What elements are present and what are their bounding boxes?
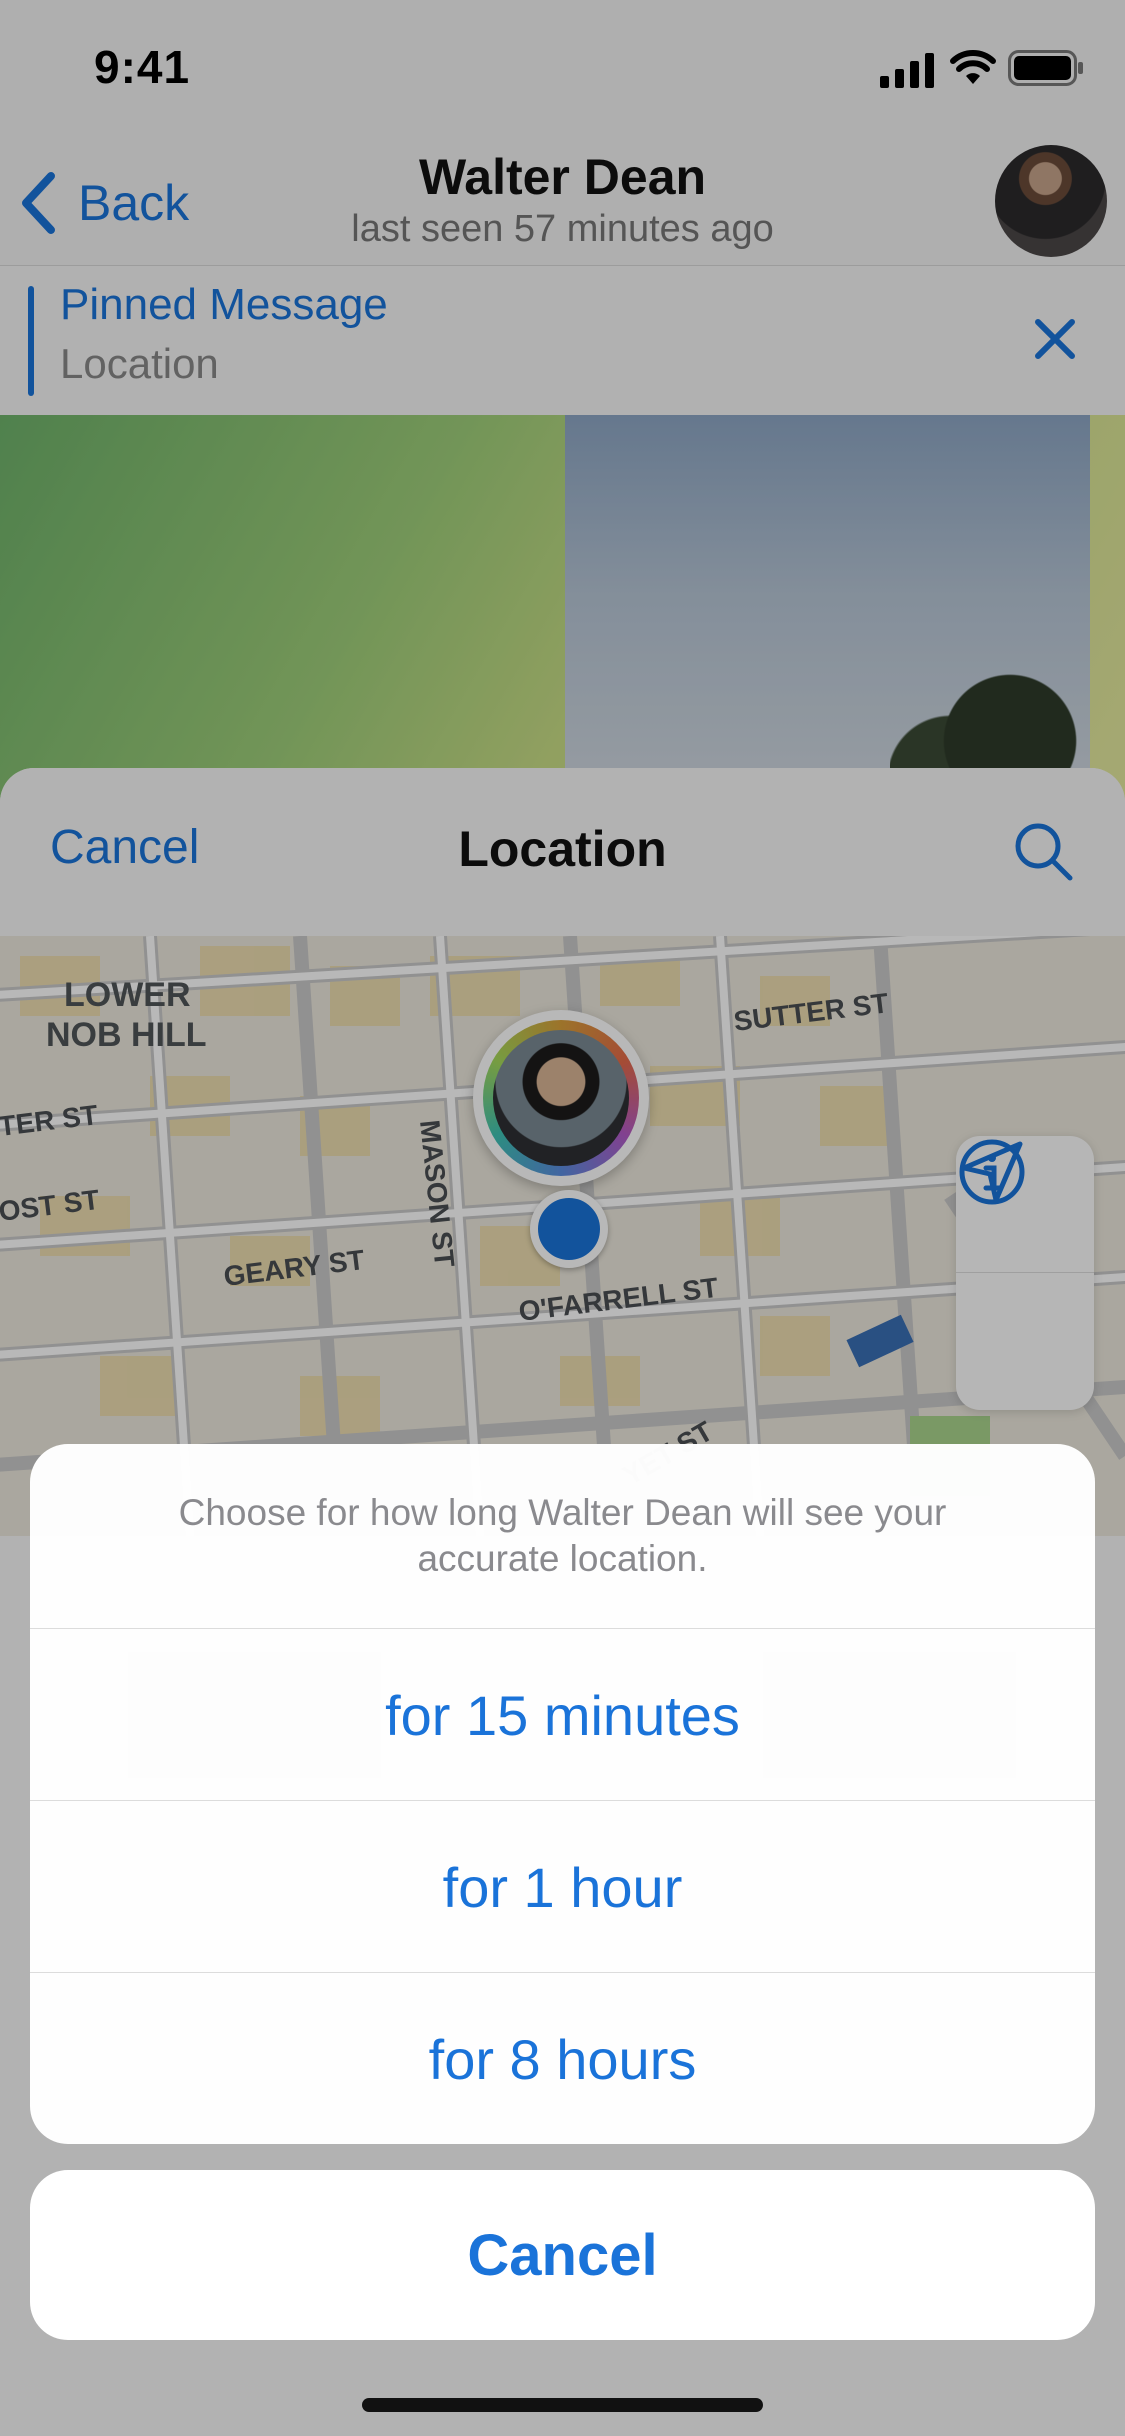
option-8-hours[interactable]: for 8 hours (30, 1972, 1095, 2144)
home-indicator (362, 2398, 763, 2412)
live-location-action-sheet: Choose for how long Walter Dean will see… (30, 1444, 1095, 2144)
action-sheet-cancel-button[interactable]: Cancel (30, 2170, 1095, 2340)
option-15-minutes[interactable]: for 15 minutes (30, 1628, 1095, 1801)
option-1-hour[interactable]: for 1 hour (30, 1800, 1095, 1973)
action-sheet-message: Choose for how long Walter Dean will see… (178, 1492, 947, 1579)
